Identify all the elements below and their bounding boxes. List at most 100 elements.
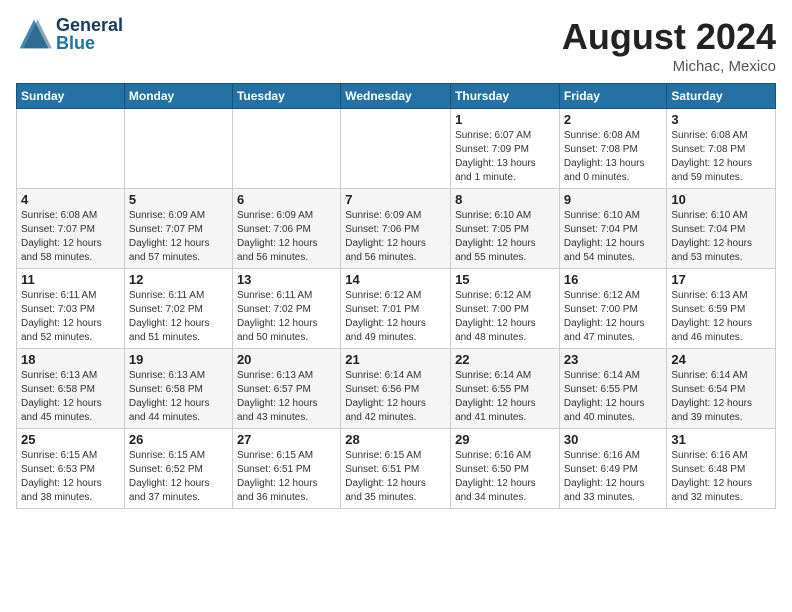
day-of-week-header: Tuesday — [232, 84, 340, 109]
day-info: Sunrise: 6:11 AM Sunset: 7:02 PM Dayligh… — [237, 289, 336, 345]
day-of-week-header: Wednesday — [341, 84, 451, 109]
day-info: Sunrise: 6:15 AM Sunset: 6:52 PM Dayligh… — [129, 449, 228, 505]
calendar-cell: 15 Sunrise: 6:12 AM Sunset: 7:00 PM Dayli… — [451, 269, 560, 349]
day-info: Sunrise: 6:12 AM Sunset: 7:00 PM Dayligh… — [455, 289, 555, 345]
day-info: Sunrise: 6:10 AM Sunset: 7:04 PM Dayligh… — [671, 209, 771, 265]
day-info: Sunrise: 6:15 AM Sunset: 6:53 PM Dayligh… — [21, 449, 120, 505]
calendar-header: SundayMondayTuesdayWednesdayThursdayFrid… — [17, 84, 776, 109]
calendar-week-row: 1 Sunrise: 6:07 AM Sunset: 7:09 PM Daylig… — [17, 109, 776, 189]
calendar-cell — [124, 109, 232, 189]
day-number: 24 — [671, 352, 771, 367]
day-info: Sunrise: 6:13 AM Sunset: 6:59 PM Dayligh… — [671, 289, 771, 345]
day-number: 25 — [21, 432, 120, 447]
day-number: 9 — [564, 192, 663, 207]
day-number: 5 — [129, 192, 228, 207]
day-number: 19 — [129, 352, 228, 367]
calendar-cell: 5 Sunrise: 6:09 AM Sunset: 7:07 PM Daylig… — [124, 189, 232, 269]
day-of-week-header: Sunday — [17, 84, 125, 109]
day-info: Sunrise: 6:15 AM Sunset: 6:51 PM Dayligh… — [345, 449, 446, 505]
logo-general-text: General — [56, 16, 123, 34]
day-number: 31 — [671, 432, 771, 447]
day-info: Sunrise: 6:10 AM Sunset: 7:05 PM Dayligh… — [455, 209, 555, 265]
subtitle: Michac, Mexico — [562, 58, 776, 75]
day-info: Sunrise: 6:16 AM Sunset: 6:49 PM Dayligh… — [564, 449, 663, 505]
day-info: Sunrise: 6:09 AM Sunset: 7:07 PM Dayligh… — [129, 209, 228, 265]
day-info: Sunrise: 6:16 AM Sunset: 6:50 PM Dayligh… — [455, 449, 555, 505]
calendar-cell: 20Sunrise: 6:13 AM Sunset: 6:57 PM Dayli… — [232, 349, 340, 429]
day-info: Sunrise: 6:11 AM Sunset: 7:02 PM Dayligh… — [129, 289, 228, 345]
calendar-cell: 21Sunrise: 6:14 AM Sunset: 6:56 PM Dayli… — [341, 349, 451, 429]
calendar-week-row: 25 Sunrise: 6:15 AM Sunset: 6:53 PM Dayli… — [17, 429, 776, 509]
logo-icon — [16, 16, 52, 52]
calendar-cell: 8Sunrise: 6:10 AM Sunset: 7:05 PM Daylig… — [451, 189, 560, 269]
day-info: Sunrise: 6:08 AM Sunset: 7:08 PM Dayligh… — [564, 129, 663, 185]
calendar-cell: 25 Sunrise: 6:15 AM Sunset: 6:53 PM Dayli… — [17, 429, 125, 509]
day-info: Sunrise: 6:12 AM Sunset: 7:01 PM Dayligh… — [345, 289, 446, 345]
day-of-week-header: Friday — [559, 84, 667, 109]
day-number: 6 — [237, 192, 336, 207]
calendar-cell: 10 Sunrise: 6:10 AM Sunset: 7:04 PM Dayli… — [667, 189, 776, 269]
calendar-cell: 13 Sunrise: 6:11 AM Sunset: 7:02 PM Dayli… — [232, 269, 340, 349]
day-info: Sunrise: 6:08 AM Sunset: 7:07 PM Dayligh… — [21, 209, 120, 265]
day-number: 13 — [237, 272, 336, 287]
day-info: Sunrise: 6:12 AM Sunset: 7:00 PM Dayligh… — [564, 289, 663, 345]
day-number: 22 — [455, 352, 555, 367]
calendar-cell: 18Sunrise: 6:13 AM Sunset: 6:58 PM Dayli… — [17, 349, 125, 429]
day-info: Sunrise: 6:07 AM Sunset: 7:09 PM Dayligh… — [455, 129, 555, 185]
calendar-cell: 28Sunrise: 6:15 AM Sunset: 6:51 PM Dayli… — [341, 429, 451, 509]
header-row: SundayMondayTuesdayWednesdayThursdayFrid… — [17, 84, 776, 109]
day-number: 7 — [345, 192, 446, 207]
calendar-cell: 19 Sunrise: 6:13 AM Sunset: 6:58 PM Dayli… — [124, 349, 232, 429]
calendar-week-row: 18 Sunrise: 6:13 AM Sunset: 6:58 PM Dayli… — [17, 349, 776, 429]
calendar-table: SundayMondayTuesdayWednesdayThursdayFrid… — [16, 83, 776, 509]
day-of-week-header: Monday — [124, 84, 232, 109]
day-number: 15 — [455, 272, 555, 287]
day-number: 12 — [129, 272, 228, 287]
day-of-week-header: Saturday — [667, 84, 776, 109]
calendar-week-row: 4 Sunrise: 6:08 AM Sunset: 7:07 PM Daylig… — [17, 189, 776, 269]
calendar-cell: 24 Sunrise: 6:14 AM Sunset: 6:54 PM Dayli… — [667, 349, 776, 429]
day-number: 10 — [671, 192, 771, 207]
calendar-cell: 26 Sunrise: 6:15 AM Sunset: 6:52 PM Dayli… — [124, 429, 232, 509]
day-info: Sunrise: 6:14 AM Sunset: 6:56 PM Dayligh… — [345, 369, 446, 425]
calendar-cell: 29Sunrise: 6:16 AM Sunset: 6:50 PM Dayli… — [451, 429, 560, 509]
day-info: Sunrise: 6:10 AM Sunset: 7:04 PM Dayligh… — [564, 209, 663, 265]
title-block: August 2024 Michac, Mexico — [562, 16, 776, 75]
day-number: 18 — [21, 352, 120, 367]
day-info: Sunrise: 6:13 AM Sunset: 6:58 PM Dayligh… — [129, 369, 228, 425]
day-of-week-header: Thursday — [451, 84, 560, 109]
day-info: Sunrise: 6:09 AM Sunset: 7:06 PM Dayligh… — [345, 209, 446, 265]
calendar-cell: 6 Sunrise: 6:09 AM Sunset: 7:06 PM Daylig… — [232, 189, 340, 269]
day-number: 1 — [455, 112, 555, 127]
calendar-cell: 9 Sunrise: 6:10 AM Sunset: 7:04 PM Daylig… — [559, 189, 667, 269]
calendar-cell: 17Sunrise: 6:13 AM Sunset: 6:59 PM Dayli… — [667, 269, 776, 349]
calendar-cell: 16 Sunrise: 6:12 AM Sunset: 7:00 PM Dayli… — [559, 269, 667, 349]
calendar-cell — [232, 109, 340, 189]
calendar-cell: 14 Sunrise: 6:12 AM Sunset: 7:01 PM Dayli… — [341, 269, 451, 349]
calendar-cell: 31Sunrise: 6:16 AM Sunset: 6:48 PM Dayli… — [667, 429, 776, 509]
calendar-cell: 23 Sunrise: 6:14 AM Sunset: 6:55 PM Dayli… — [559, 349, 667, 429]
day-number: 2 — [564, 112, 663, 127]
day-number: 26 — [129, 432, 228, 447]
calendar-cell: 2 Sunrise: 6:08 AM Sunset: 7:08 PM Daylig… — [559, 109, 667, 189]
calendar-cell: 7 Sunrise: 6:09 AM Sunset: 7:06 PM Daylig… — [341, 189, 451, 269]
day-info: Sunrise: 6:14 AM Sunset: 6:55 PM Dayligh… — [455, 369, 555, 425]
calendar-cell: 11Sunrise: 6:11 AM Sunset: 7:03 PM Dayli… — [17, 269, 125, 349]
day-info: Sunrise: 6:09 AM Sunset: 7:06 PM Dayligh… — [237, 209, 336, 265]
day-number: 14 — [345, 272, 446, 287]
day-info: Sunrise: 6:14 AM Sunset: 6:55 PM Dayligh… — [564, 369, 663, 425]
calendar-cell: 3 Sunrise: 6:08 AM Sunset: 7:08 PM Daylig… — [667, 109, 776, 189]
day-number: 16 — [564, 272, 663, 287]
calendar-body: 1 Sunrise: 6:07 AM Sunset: 7:09 PM Daylig… — [17, 109, 776, 509]
day-info: Sunrise: 6:08 AM Sunset: 7:08 PM Dayligh… — [671, 129, 771, 185]
day-number: 4 — [21, 192, 120, 207]
day-number: 23 — [564, 352, 663, 367]
calendar-week-row: 11Sunrise: 6:11 AM Sunset: 7:03 PM Dayli… — [17, 269, 776, 349]
day-number: 3 — [671, 112, 771, 127]
calendar-cell: 4 Sunrise: 6:08 AM Sunset: 7:07 PM Daylig… — [17, 189, 125, 269]
calendar-cell: 1 Sunrise: 6:07 AM Sunset: 7:09 PM Daylig… — [451, 109, 560, 189]
page-header: General Blue August 2024 Michac, Mexico — [16, 16, 776, 75]
day-info: Sunrise: 6:14 AM Sunset: 6:54 PM Dayligh… — [671, 369, 771, 425]
logo: General Blue — [16, 16, 123, 52]
main-title: August 2024 — [562, 16, 776, 58]
